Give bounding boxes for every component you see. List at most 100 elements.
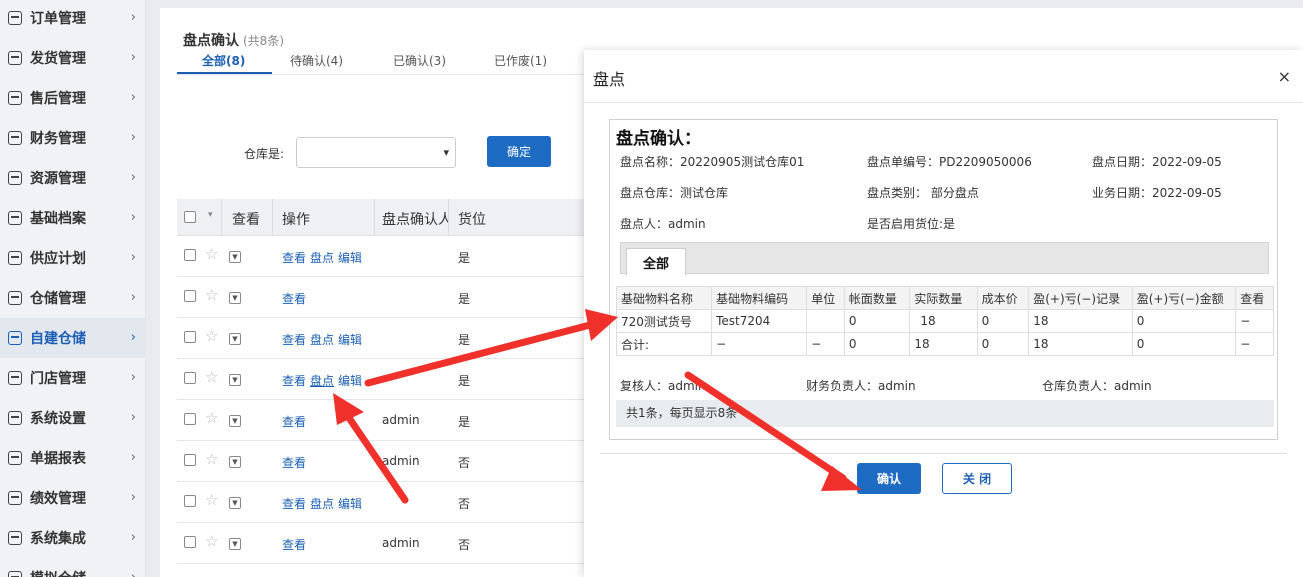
- edit-link[interactable]: 编辑: [338, 251, 362, 265]
- sidebar-item-settings[interactable]: 系统设置 ›: [0, 398, 146, 438]
- row-checkbox[interactable]: [184, 372, 196, 384]
- close-button[interactable]: 关 闭: [942, 463, 1012, 494]
- view-link[interactable]: 查看: [282, 333, 306, 347]
- warehouse-filter-label: 仓库是:: [244, 147, 285, 161]
- edit-link[interactable]: 编辑: [338, 333, 362, 347]
- location-cell: 是: [458, 251, 471, 265]
- detail-tab-all[interactable]: 全部: [626, 248, 686, 275]
- view-link[interactable]: 查看: [282, 456, 306, 470]
- row-dropdown-icon[interactable]: ▼: [229, 374, 241, 386]
- row-checkbox[interactable]: [184, 454, 196, 466]
- row-checkbox[interactable]: [184, 413, 196, 425]
- sidebar-item-performance[interactable]: 绩效管理 ›: [0, 478, 146, 518]
- dialog-title-divider: [584, 102, 1303, 103]
- sidebar-item-report[interactable]: 单据报表 ›: [0, 438, 146, 478]
- view-link[interactable]: 查看: [282, 538, 306, 552]
- dialog-footer-divider: [600, 453, 1287, 454]
- sidebar-item-simulate[interactable]: 模拟仓储 ›: [0, 558, 146, 577]
- location-cell: 是: [458, 333, 471, 347]
- chevron-right-icon: ›: [130, 250, 136, 265]
- star-icon[interactable]: ☆: [205, 532, 218, 550]
- detail-column-header: 盈(+)亏(−)金额: [1131, 286, 1237, 310]
- star-icon[interactable]: ☆: [205, 409, 218, 427]
- sidebar-item-label: 系统设置: [30, 411, 86, 427]
- tab-all[interactable]: 全部(8): [202, 52, 245, 69]
- table-cell: 18: [1028, 309, 1133, 333]
- sidebar-item-truck[interactable]: 发货管理 ›: [0, 38, 146, 78]
- close-icon[interactable]: ×: [1278, 67, 1291, 86]
- tab-voided[interactable]: 已作废(1): [494, 52, 547, 69]
- star-icon[interactable]: ☆: [205, 286, 218, 304]
- view-link[interactable]: 查看: [282, 292, 306, 306]
- service-icon: [8, 91, 22, 105]
- performance-icon: [8, 491, 22, 505]
- inventory-link[interactable]: 盘点: [310, 251, 334, 265]
- truck-icon: [8, 51, 22, 65]
- pagination-info: 共1条，每页显示8条: [616, 400, 1274, 427]
- finance-icon: [8, 131, 22, 145]
- row-dropdown-icon[interactable]: ▼: [229, 415, 241, 427]
- inventory-link[interactable]: 盘点: [310, 374, 334, 388]
- view-link[interactable]: 查看: [282, 415, 306, 429]
- row-dropdown-icon[interactable]: ▼: [229, 292, 241, 304]
- sidebar-item-integration[interactable]: 系统集成 ›: [0, 518, 146, 558]
- edit-link[interactable]: 编辑: [338, 374, 362, 388]
- sidebar-item-plan[interactable]: 供应计划 ›: [0, 238, 146, 278]
- sidebar-item-archive[interactable]: 基础档案 ›: [0, 198, 146, 238]
- inventory-link[interactable]: 盘点: [310, 333, 334, 347]
- actual-quantity-input[interactable]: 18: [909, 309, 978, 333]
- row-actions: 查看: [282, 413, 310, 430]
- view-link[interactable]: 查看: [282, 374, 306, 388]
- row-dropdown-icon[interactable]: ▼: [229, 251, 241, 263]
- sidebar-item-warehouse[interactable]: 仓储管理 ›: [0, 278, 146, 318]
- tab-pending[interactable]: 待确认(4): [290, 52, 343, 69]
- row-checkbox[interactable]: [184, 290, 196, 302]
- star-icon[interactable]: ☆: [205, 245, 218, 263]
- chevron-right-icon: ›: [130, 370, 136, 385]
- table-cell: [806, 309, 845, 333]
- reviewer-signature: 复核人：admin: [620, 379, 706, 393]
- tab-confirmed[interactable]: 已确认(3): [393, 52, 446, 69]
- row-actions: 查看 盘点 编辑: [282, 249, 366, 266]
- sidebar-item-service[interactable]: 售后管理 ›: [0, 78, 146, 118]
- sidebar-item-label: 门店管理: [30, 371, 86, 387]
- edit-link[interactable]: 编辑: [338, 497, 362, 511]
- row-dropdown-icon[interactable]: ▼: [229, 538, 241, 550]
- sidebar-item-self-warehouse[interactable]: 自建仓储 ›: [0, 318, 146, 358]
- star-icon[interactable]: ☆: [205, 491, 218, 509]
- sidebar-item-store[interactable]: 门店管理 ›: [0, 358, 146, 398]
- sidebar-item-finance[interactable]: 财务管理 ›: [0, 118, 146, 158]
- view-link[interactable]: 查看: [282, 497, 306, 511]
- inventory-link[interactable]: 盘点: [310, 497, 334, 511]
- confirmer-cell: admin: [382, 413, 420, 427]
- star-icon[interactable]: ☆: [205, 450, 218, 468]
- sidebar-item-label: 系统集成: [30, 531, 86, 547]
- row-checkbox[interactable]: [184, 331, 196, 343]
- chevron-right-icon: ›: [130, 90, 136, 105]
- row-dropdown-icon[interactable]: ▼: [229, 333, 241, 345]
- detail-table: 基础物料名称 基础物料编码 单位 帐面数量 实际数量 成本价 盈(+)亏(−)记录 盈(+)亏…: [615, 286, 1274, 356]
- sort-caret-icon[interactable]: ▾: [208, 210, 213, 220]
- row-dropdown-icon[interactable]: ▼: [229, 456, 241, 468]
- star-icon[interactable]: ☆: [205, 368, 218, 386]
- star-icon[interactable]: ☆: [205, 327, 218, 345]
- row-actions: 查看 盘点 编辑: [282, 331, 366, 348]
- warehouse-select[interactable]: ▾: [296, 137, 456, 168]
- filter-confirm-button[interactable]: 确定: [487, 136, 551, 167]
- row-actions: 查看: [282, 536, 310, 553]
- row-checkbox[interactable]: [184, 495, 196, 507]
- select-all-checkbox[interactable]: [184, 211, 196, 223]
- confirm-button[interactable]: 确认: [857, 463, 921, 494]
- warehouse-icon: [8, 291, 22, 305]
- confirmer-cell: admin: [382, 536, 420, 550]
- field-inventory-number: 盘点单编号：PD2209050006: [867, 155, 1032, 169]
- sidebar-item-resource[interactable]: 资源管理 ›: [0, 158, 146, 198]
- view-link[interactable]: 查看: [282, 251, 306, 265]
- chevron-right-icon: ›: [130, 130, 136, 145]
- order-icon: [8, 11, 22, 25]
- detail-column-header: 实际数量: [909, 286, 978, 310]
- row-dropdown-icon[interactable]: ▼: [229, 497, 241, 509]
- row-checkbox[interactable]: [184, 249, 196, 261]
- row-checkbox[interactable]: [184, 536, 196, 548]
- sidebar-item-order[interactable]: 订单管理 ›: [0, 0, 146, 38]
